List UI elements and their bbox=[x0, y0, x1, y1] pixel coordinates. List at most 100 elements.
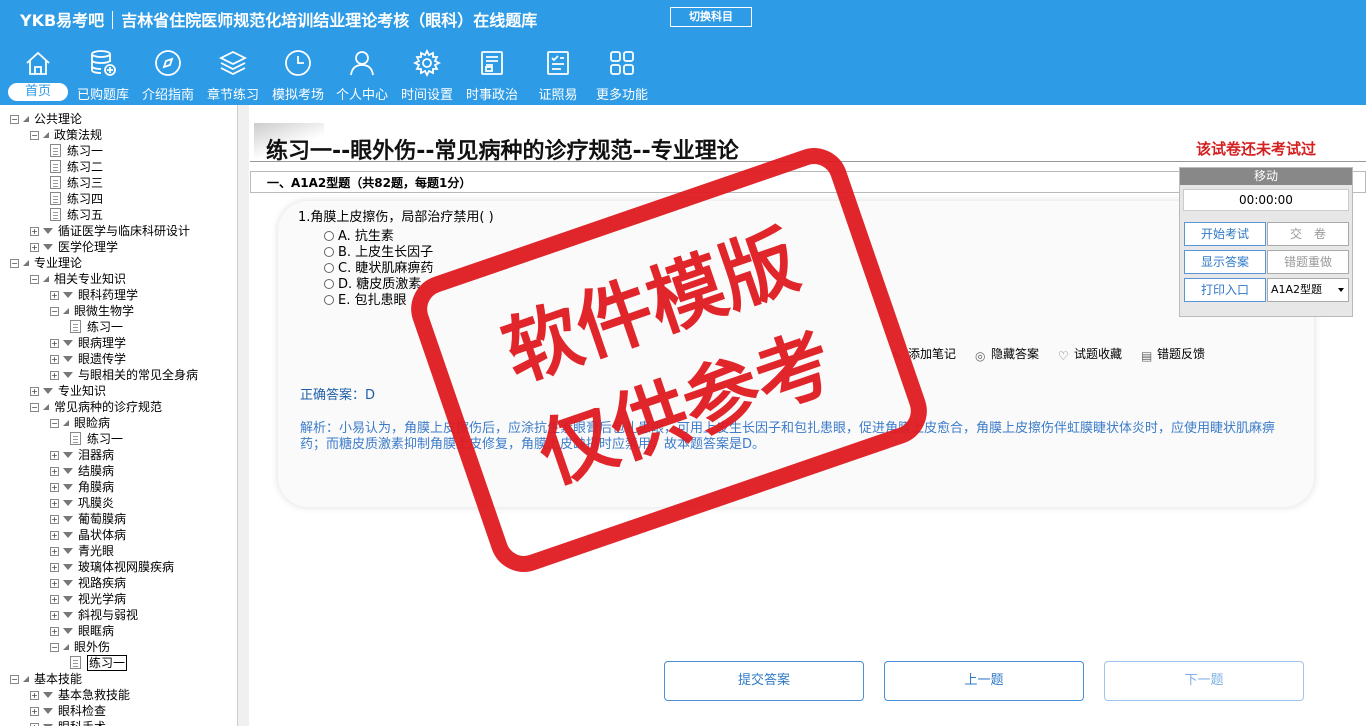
collapse-icon[interactable]: − bbox=[50, 307, 59, 316]
expand-icon[interactable]: + bbox=[50, 291, 59, 300]
expand-icon[interactable]: + bbox=[50, 563, 59, 572]
next-question-button[interactable]: 下一题 bbox=[1104, 661, 1304, 701]
tree-node[interactable]: − 常见病种的诊疗规范 bbox=[30, 399, 162, 415]
favorite-button[interactable]: ♡ 试题收藏 bbox=[1058, 345, 1122, 362]
show-answer-button[interactable]: 显示答案 bbox=[1184, 250, 1266, 274]
nav-current-affairs[interactable]: 时事政治 bbox=[462, 48, 522, 104]
tree-node[interactable]: + 巩膜炎 bbox=[50, 495, 114, 511]
collapse-icon[interactable]: − bbox=[30, 131, 39, 140]
tree-node[interactable]: + 葡萄膜病 bbox=[50, 511, 126, 527]
submit-paper-button[interactable]: 交 卷 bbox=[1267, 222, 1349, 246]
collapse-icon[interactable]: − bbox=[30, 275, 39, 284]
nav-label: 介绍指南 bbox=[141, 88, 194, 103]
tree-node[interactable]: − 公共理论 bbox=[10, 111, 82, 127]
tree-node[interactable]: + 泪器病 bbox=[50, 447, 114, 463]
tree-label: 玻璃体视网膜疾病 bbox=[78, 560, 175, 574]
tree-arrow-icon bbox=[63, 372, 73, 378]
tree-node[interactable]: + 斜视与弱视 bbox=[50, 607, 138, 623]
tree-node[interactable]: − 眼微生物学 bbox=[50, 303, 134, 319]
nav-guide[interactable]: 介绍指南 bbox=[138, 48, 198, 104]
nav-license[interactable]: 证照易 bbox=[528, 48, 588, 104]
collapse-icon[interactable]: − bbox=[30, 403, 39, 412]
tree-node[interactable]: +眼科手术 bbox=[30, 719, 106, 726]
nav-home[interactable]: 首页 bbox=[8, 48, 68, 104]
expand-icon[interactable]: + bbox=[50, 627, 59, 636]
print-button[interactable]: 打印入口 bbox=[1184, 278, 1266, 302]
tree-scrollbar[interactable] bbox=[237, 105, 249, 726]
tree-node[interactable]: + 青光眼 bbox=[50, 543, 114, 559]
tree-node[interactable]: + 角膜病 bbox=[50, 479, 114, 495]
expand-icon[interactable]: + bbox=[50, 339, 59, 348]
tree-node[interactable]: 练习三 bbox=[50, 175, 103, 191]
tree-node[interactable]: − 眼外伤 bbox=[50, 639, 110, 655]
tree-node[interactable]: 练习一 bbox=[70, 319, 123, 335]
tree-node[interactable]: + 循证医学与临床科研设计 bbox=[30, 223, 190, 239]
expand-icon[interactable]: + bbox=[50, 611, 59, 620]
tree-node[interactable]: 练习二 bbox=[50, 159, 103, 175]
expand-icon[interactable]: + bbox=[30, 227, 39, 236]
expand-icon[interactable]: + bbox=[30, 243, 39, 252]
tree-node[interactable]: 练习四 bbox=[50, 191, 103, 207]
start-exam-button[interactable]: 开始考试 bbox=[1184, 222, 1266, 246]
submit-answer-button[interactable]: 提交答案 bbox=[664, 661, 864, 701]
tree-node[interactable]: + 眼眶病 bbox=[50, 623, 114, 639]
nav-time-settings[interactable]: 时间设置 bbox=[397, 48, 457, 104]
expand-icon[interactable]: + bbox=[50, 595, 59, 604]
tree-node[interactable]: + 晶状体病 bbox=[50, 527, 126, 543]
collapse-icon[interactable]: − bbox=[50, 643, 59, 652]
nav-mock-exam[interactable]: 模拟考场 bbox=[268, 48, 328, 104]
tree-node[interactable]: + 医学伦理学 bbox=[30, 239, 118, 255]
prev-question-button[interactable]: 上一题 bbox=[884, 661, 1084, 701]
tree-node[interactable]: + 眼科药理学 bbox=[50, 287, 138, 303]
expand-icon[interactable]: + bbox=[50, 531, 59, 540]
tree-node[interactable]: + 与眼相关的常见全身病 bbox=[50, 367, 198, 383]
tree-node[interactable]: − 眼睑病 bbox=[50, 415, 110, 431]
expand-icon[interactable]: + bbox=[30, 387, 39, 396]
tree-node[interactable]: + 眼科检查 bbox=[30, 703, 106, 719]
collapse-icon[interactable]: − bbox=[10, 675, 19, 684]
tree-node[interactable]: − 相关专业知识 bbox=[30, 271, 126, 287]
tree-node[interactable]: 练习一 bbox=[50, 143, 103, 159]
expand-icon[interactable]: + bbox=[50, 483, 59, 492]
expand-icon[interactable]: + bbox=[50, 579, 59, 588]
tree-node[interactable]: + 视光学病 bbox=[50, 591, 126, 607]
tree-node[interactable]: − 专业理论 bbox=[10, 255, 82, 271]
tree-node[interactable]: 练习一 bbox=[70, 655, 128, 671]
collapse-icon[interactable]: − bbox=[10, 115, 19, 124]
expand-icon[interactable]: + bbox=[30, 691, 39, 700]
expand-icon[interactable]: + bbox=[50, 499, 59, 508]
timer-move-handle[interactable]: 移动 bbox=[1180, 168, 1352, 185]
tree-node[interactable]: 练习一 bbox=[70, 431, 123, 447]
hide-answer-button[interactable]: ◎ 隐藏答案 bbox=[975, 345, 1039, 362]
expand-icon[interactable]: + bbox=[30, 707, 39, 716]
expand-icon[interactable]: + bbox=[50, 467, 59, 476]
tree-node[interactable]: + 结膜病 bbox=[50, 463, 114, 479]
tree-arrow-icon bbox=[63, 340, 73, 346]
collapse-icon[interactable]: − bbox=[10, 259, 19, 268]
tree-node[interactable]: + 玻璃体视网膜疾病 bbox=[50, 559, 174, 575]
nav-purchased[interactable]: 已购题库 bbox=[72, 48, 134, 104]
option-e[interactable]: E. 包扎患眼 bbox=[324, 289, 406, 308]
tree-node[interactable]: + 基本急救技能 bbox=[30, 687, 130, 703]
tree-node[interactable]: − 基本技能 bbox=[10, 671, 82, 687]
nav-more[interactable]: 更多功能 bbox=[592, 48, 652, 104]
expand-icon[interactable]: + bbox=[50, 451, 59, 460]
tree-arrow-icon bbox=[43, 692, 53, 698]
collapse-icon[interactable]: − bbox=[50, 419, 59, 428]
tree-node[interactable]: + 视路疾病 bbox=[50, 575, 126, 591]
tree-node[interactable]: 练习五 bbox=[50, 207, 103, 223]
nav-chapter[interactable]: 章节练习 bbox=[203, 48, 263, 104]
expand-icon[interactable]: + bbox=[50, 355, 59, 364]
nav-personal[interactable]: 个人中心 bbox=[332, 48, 392, 104]
expand-icon[interactable]: + bbox=[50, 515, 59, 524]
tree-node[interactable]: + 眼遗传学 bbox=[50, 351, 126, 367]
expand-icon[interactable]: + bbox=[50, 547, 59, 556]
switch-subject-button[interactable]: 切换科目 bbox=[670, 7, 752, 27]
expand-icon[interactable]: + bbox=[50, 371, 59, 380]
tree-node[interactable]: + 眼病理学 bbox=[50, 335, 126, 351]
redo-wrong-button[interactable]: 错题重做 bbox=[1267, 250, 1349, 274]
feedback-button[interactable]: ▤ 错题反馈 bbox=[1141, 345, 1205, 362]
tree-node[interactable]: + 专业知识 bbox=[30, 383, 106, 399]
question-type-select[interactable]: A1A2型题 bbox=[1267, 278, 1349, 302]
tree-node[interactable]: − 政策法规 bbox=[30, 127, 102, 143]
